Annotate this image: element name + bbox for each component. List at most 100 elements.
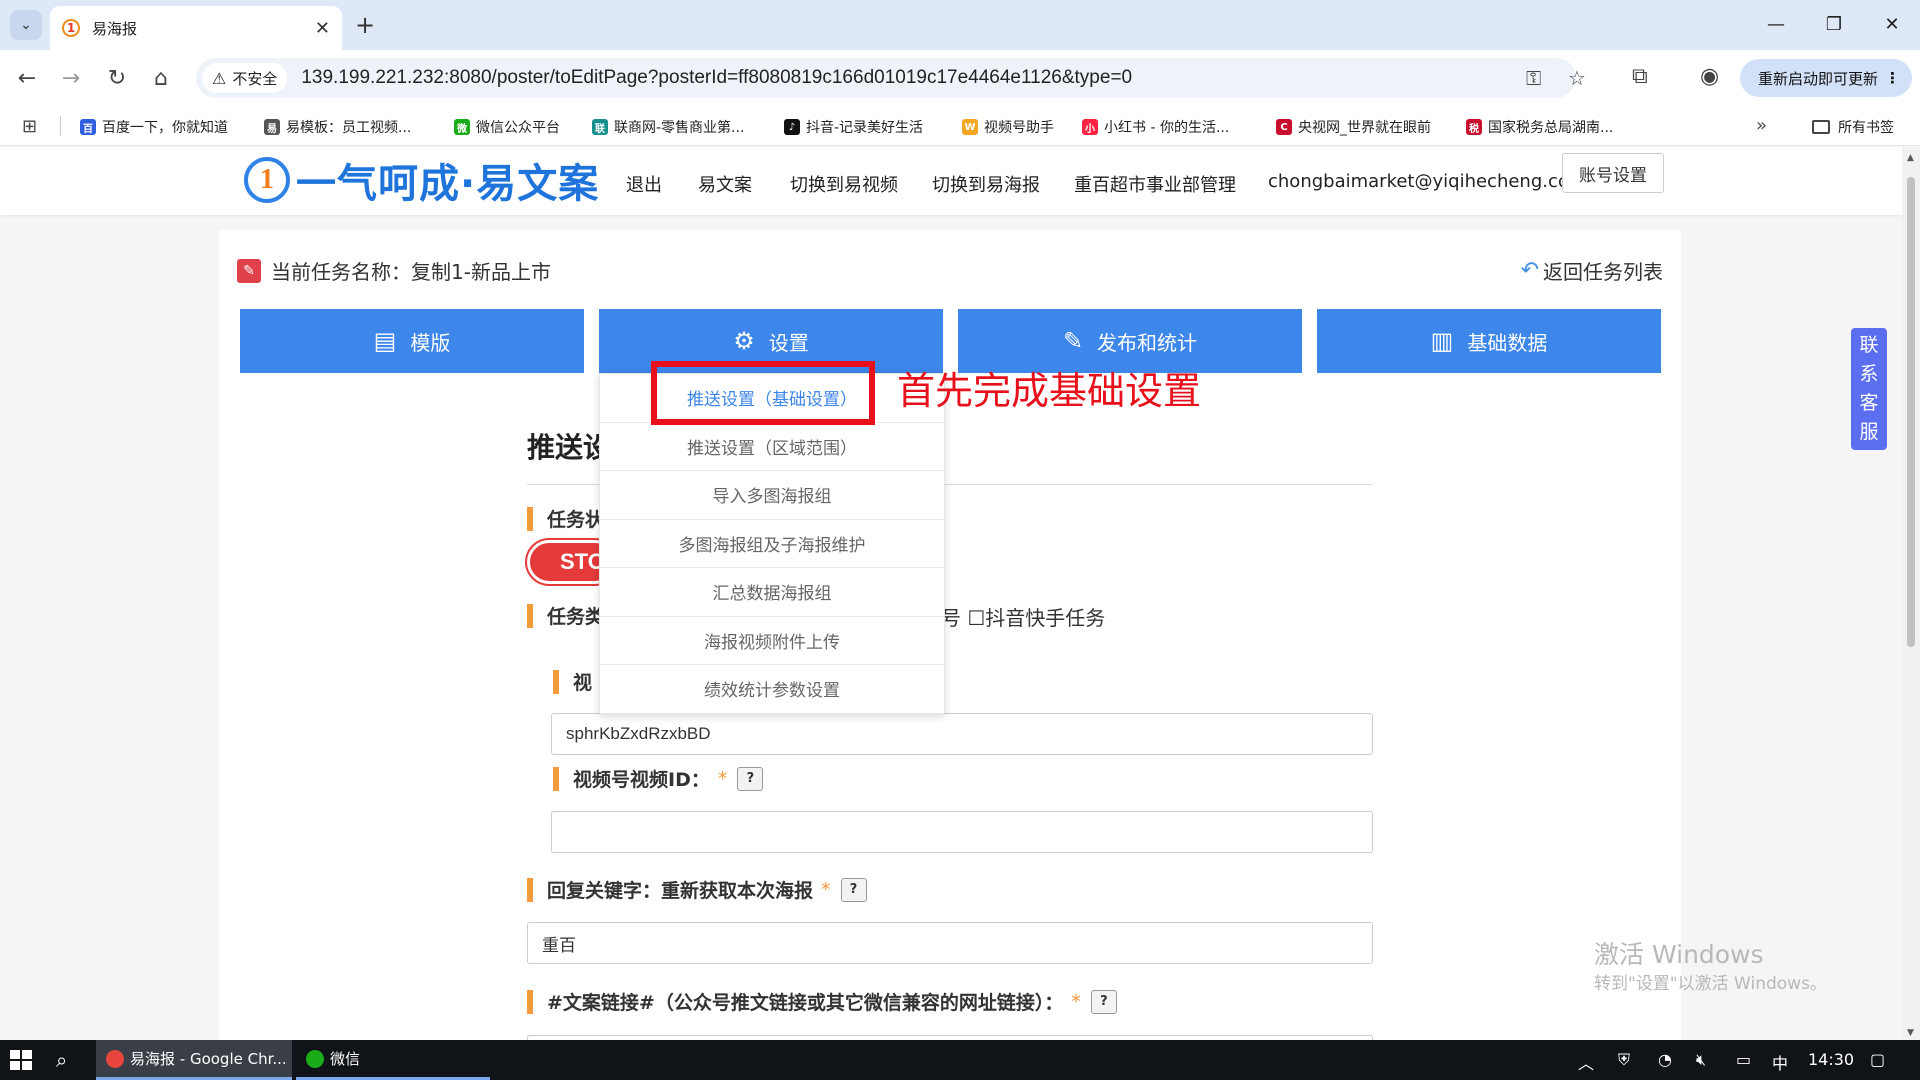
- battery-icon[interactable]: ▭: [1736, 1050, 1751, 1069]
- label-text: 视: [573, 672, 593, 694]
- update-label: 重新启动即可更新: [1758, 69, 1879, 88]
- taskbar-app-label: 微信: [330, 1050, 361, 1068]
- logo-text: 一气呵成·易文案: [296, 161, 600, 207]
- scroll-down-icon[interactable]: ▼: [1907, 1028, 1914, 1038]
- annotation-text: 首先完成基础设置: [897, 369, 1202, 413]
- security-chip[interactable]: ⚠ 不安全: [202, 63, 288, 93]
- network-icon[interactable]: ◔: [1658, 1050, 1672, 1069]
- extensions-icon[interactable]: ⧉: [1632, 64, 1648, 89]
- task-name-text: 当前任务名称：复制1-新品上市: [271, 260, 551, 284]
- nav-yiwenan[interactable]: 易文案: [698, 171, 752, 197]
- menu-item-performance-settings[interactable]: 绩效统计参数设置: [600, 665, 944, 714]
- update-button[interactable]: 重新启动即可更新 ⋮: [1740, 59, 1912, 97]
- taskbar-app-wechat[interactable]: 微信: [296, 1040, 490, 1080]
- nav-switch-poster[interactable]: 切换到易海报: [932, 171, 1040, 197]
- page-scrollbar[interactable]: ▲ ▼: [1902, 147, 1920, 1040]
- video-id-input[interactable]: [551, 811, 1373, 853]
- nav-switch-video[interactable]: 切换到易视频: [790, 171, 898, 197]
- cctv-icon: C: [1276, 119, 1292, 135]
- menu-item-import-poster-group[interactable]: 导入多图海报组: [600, 471, 944, 520]
- windows-start-icon[interactable]: [10, 1050, 32, 1070]
- tray-expand-icon[interactable]: ︿: [1578, 1050, 1594, 1074]
- bookmark-item[interactable]: ♪ 抖音-记录美好生活: [784, 117, 923, 137]
- task-status-label: 任务状: [527, 505, 604, 532]
- forward-arrow-icon[interactable]: →: [56, 63, 86, 93]
- nav-logout[interactable]: 退出: [626, 171, 662, 197]
- douyin-icon: ♪: [784, 119, 800, 135]
- new-tab-button[interactable]: +: [350, 10, 380, 40]
- reload-icon[interactable]: ↻: [102, 63, 132, 93]
- restore-icon[interactable]: ❐: [1806, 8, 1862, 40]
- input-method-indicator[interactable]: 中: [1772, 1050, 1788, 1074]
- task-type-options[interactable]: 号 ☐抖音快手任务: [941, 602, 1105, 631]
- customer-service-button[interactable]: 联 系 客 服: [1851, 328, 1887, 450]
- bookmark-item[interactable]: 百百度一下，你就知道: [80, 117, 228, 137]
- label-text: #文案链接#（公众号推文链接或其它微信兼容的网址链接）：: [547, 992, 1064, 1014]
- address-bar[interactable]: ⚠ 不安全 139.199.221.232:8080/poster/toEdit…: [196, 58, 1586, 98]
- minimize-icon[interactable]: —: [1748, 8, 1804, 40]
- bookmark-item[interactable]: W 视频号助手: [962, 117, 1054, 137]
- menu-item-summary-poster-group[interactable]: 汇总数据海报组: [600, 568, 944, 617]
- tab-search-chevron-icon[interactable]: ⌄: [10, 10, 42, 40]
- nav-user-email[interactable]: chongbaimarket@yiqihecheng.cc: [1268, 171, 1568, 192]
- bookmark-item[interactable]: 易易模板：员工视频...: [264, 117, 411, 137]
- windows-taskbar: ⌕ 易海报 - Google Chr... 微信 ︿ ⛨ ◔ 🔇︎ ▭ 中 14…: [0, 1040, 1920, 1080]
- menu-item-poster-group-maintenance[interactable]: 多图海报组及子海报维护: [600, 520, 944, 568]
- keyword-input[interactable]: 重百: [527, 922, 1373, 964]
- window-close-icon[interactable]: ✕: [1864, 8, 1920, 40]
- annotation-highlight-box: [651, 361, 875, 425]
- menu-dots-icon[interactable]: ⋮: [1885, 69, 1900, 87]
- browser-tab-active[interactable]: 1 易海报 ✕: [50, 6, 342, 50]
- site-logo[interactable]: 1 一气呵成·易文案: [244, 151, 599, 209]
- bookmark-item[interactable]: 微微信公众平台: [454, 117, 560, 137]
- bookmark-item[interactable]: C 央视网_世界就在眼前: [1276, 117, 1431, 137]
- menu-item-video-attachment-upload[interactable]: 海报视频附件上传: [600, 617, 944, 665]
- gear-icon: ⚙: [733, 327, 755, 355]
- url-text[interactable]: 139.199.221.232:8080/poster/toEditPage?p…: [301, 67, 1132, 89]
- taskbar-app-chrome[interactable]: 易海报 - Google Chr...: [96, 1040, 292, 1080]
- tab-label: 设置: [768, 330, 809, 355]
- label-text: 视频号视频ID：: [573, 769, 710, 791]
- home-icon[interactable]: ⌂: [146, 63, 176, 93]
- bookmark-item[interactable]: 税国家税务总局湖南...: [1466, 117, 1613, 137]
- tab-label: 基础数据: [1467, 330, 1548, 355]
- back-to-task-list-link[interactable]: ↶ 返回任务列表: [1521, 256, 1663, 285]
- folder-icon: [1812, 120, 1830, 134]
- video-id-label: 视频号视频ID： * ?: [553, 765, 764, 792]
- yimoban-icon: 易: [264, 119, 280, 135]
- help-icon[interactable]: ?: [1090, 989, 1117, 1014]
- apps-grid-icon[interactable]: ⊞: [22, 116, 37, 137]
- bookmarks-overflow-icon[interactable]: »: [1756, 115, 1767, 136]
- notification-icon[interactable]: ▢: [1870, 1050, 1885, 1069]
- security-shield-icon[interactable]: ⛨: [1618, 1050, 1630, 1070]
- scroll-up-icon[interactable]: ▲: [1907, 153, 1914, 163]
- menu-item-push-region[interactable]: 推送设置（区域范围）: [600, 423, 944, 471]
- tab-base-data[interactable]: ▥ 基础数据: [1317, 309, 1661, 373]
- data-icon: ▥: [1430, 327, 1454, 355]
- video-account-input[interactable]: sphrKbZxdRzxbBD: [551, 713, 1373, 755]
- volume-muted-icon[interactable]: 🔇︎: [1696, 1050, 1706, 1070]
- browser-tab-strip: ⌄ 1 易海报 ✕ + — ❐ ✕: [0, 0, 1920, 50]
- back-arrow-icon[interactable]: ←: [12, 63, 42, 93]
- tab-close-icon[interactable]: ✕: [315, 18, 330, 39]
- tab-template[interactable]: ▤ 模版: [240, 309, 584, 373]
- search-icon[interactable]: ⌕: [56, 1048, 67, 1072]
- account-settings-button[interactable]: 账号设置: [1562, 153, 1664, 193]
- profile-icon[interactable]: ◉: [1700, 64, 1719, 89]
- bookmark-item[interactable]: 联联商网-零售商业第...: [592, 117, 744, 137]
- clock[interactable]: 14:30: [1808, 1050, 1854, 1069]
- service-char: 联: [1859, 334, 1879, 356]
- all-bookmarks-button[interactable]: 所有书签: [1812, 117, 1894, 137]
- bookmark-label: 联商网-零售商业第...: [614, 120, 745, 136]
- bookmark-star-icon[interactable]: ☆: [1568, 66, 1586, 90]
- password-key-icon[interactable]: ⚿: [1526, 66, 1541, 90]
- nav-division-management[interactable]: 重百超市事业部管理: [1074, 171, 1236, 197]
- bookmark-item[interactable]: 小小红书 - 你的生活...: [1082, 117, 1229, 137]
- task-name-heading: ✎ 当前任务名称：复制1-新品上市: [237, 256, 551, 285]
- security-label: 不安全: [232, 69, 278, 88]
- required-mark: *: [717, 767, 728, 790]
- help-icon[interactable]: ?: [737, 766, 764, 791]
- chrome-icon: [106, 1049, 124, 1068]
- help-icon[interactable]: ?: [840, 877, 867, 902]
- scroll-thumb[interactable]: [1907, 177, 1915, 647]
